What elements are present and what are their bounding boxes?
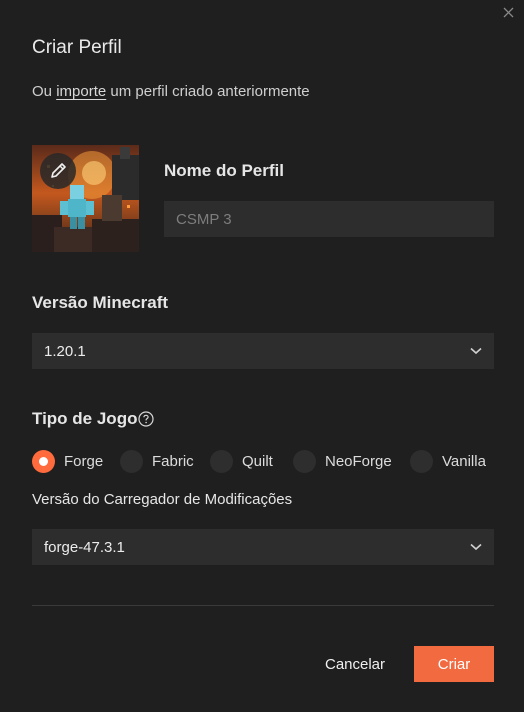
radio-vanilla-dot[interactable] xyxy=(410,449,433,473)
import-hint-prefix: Ou xyxy=(32,83,57,100)
radio-quilt[interactable]: Quilt xyxy=(210,449,273,473)
radio-vanilla[interactable]: Vanilla xyxy=(410,449,486,473)
profile-name-input[interactable] xyxy=(164,201,494,237)
radio-forge-label: Forge xyxy=(64,452,104,470)
radio-neoforge-label: NeoForge xyxy=(325,452,392,470)
create-profile-dialog: Criar Perfil Ou importe um perfil criado… xyxy=(0,0,524,712)
radio-quilt-dot[interactable] xyxy=(210,449,233,473)
loader-version-label: Versão do Carregador de Modificações xyxy=(32,491,293,508)
radio-quilt-label: Quilt xyxy=(242,452,273,470)
footer-divider xyxy=(32,605,494,606)
import-hint: Ou importe um perfil criado anteriorment… xyxy=(32,83,310,100)
edit-image-button[interactable] xyxy=(40,153,76,189)
radio-neoforge-dot[interactable] xyxy=(293,449,316,473)
pencil-icon xyxy=(51,163,66,178)
minecraft-version-label: Versão Minecraft xyxy=(32,293,169,312)
help-circle-icon[interactable] xyxy=(138,411,154,427)
create-button[interactable]: Criar xyxy=(414,646,494,682)
loader-version-value: forge-47.3.1 xyxy=(44,538,125,556)
import-hint-suffix: um perfil criado anteriormente xyxy=(106,83,310,100)
radio-fabric-label: Fabric xyxy=(152,452,194,470)
radio-neoforge[interactable]: NeoForge xyxy=(293,449,392,473)
profile-image[interactable] xyxy=(32,145,139,252)
loader-version-select[interactable]: forge-47.3.1 xyxy=(32,529,494,565)
radio-forge[interactable]: Forge xyxy=(32,449,103,473)
game-type-label: Tipo de Jogo xyxy=(32,409,138,428)
radio-vanilla-label: Vanilla xyxy=(442,452,486,470)
cancel-button[interactable]: Cancelar xyxy=(316,646,394,682)
dialog-title: Criar Perfil xyxy=(32,37,122,58)
import-link[interactable]: importe xyxy=(56,83,106,100)
profile-name-label: Nome do Perfil xyxy=(164,161,284,180)
chevron-down-icon xyxy=(470,347,482,355)
radio-forge-dot[interactable] xyxy=(32,449,55,473)
radio-fabric[interactable]: Fabric xyxy=(120,449,194,473)
game-type-radio-group: Forge Fabric Quilt NeoForge Vanilla xyxy=(32,449,502,473)
close-icon[interactable] xyxy=(500,4,518,22)
minecraft-version-value: 1.20.1 xyxy=(44,342,86,360)
chevron-down-icon xyxy=(470,543,482,551)
radio-fabric-dot[interactable] xyxy=(120,449,143,473)
minecraft-version-select[interactable]: 1.20.1 xyxy=(32,333,494,369)
